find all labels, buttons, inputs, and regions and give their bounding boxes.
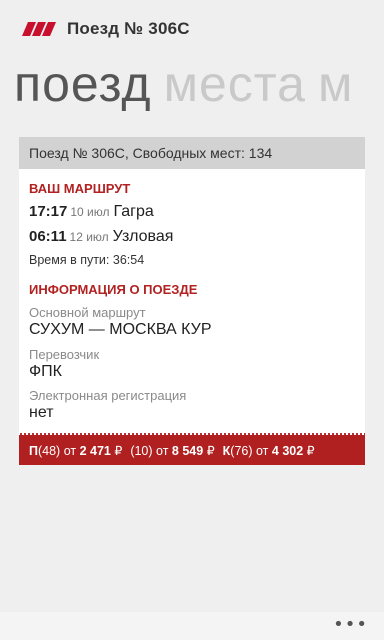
card-header: Поезд № 306С, Свободных мест: 134 [19,137,365,169]
e-registration-value: нет [29,404,54,421]
pivot-header: поезд места м [14,54,365,114]
main-route-label: Основной маршрут [29,305,146,320]
price-value: 8 549 [171,443,204,458]
more-icon[interactable]: ••• [333,614,368,635]
arrival-date: 12 июл [69,230,109,244]
departure-date: 10 июл [70,205,110,219]
departure-city: Гагра [113,203,154,220]
rzd-logo-icon [22,22,56,36]
pivot-tab-seats[interactable]: места [164,56,306,112]
pivot-tab-next[interactable]: м [318,56,353,112]
price-item-platzkart[interactable]: П(48) от 2 471 ₽ [29,443,122,458]
price-value: 2 471 [79,443,111,458]
page-title: Поезд № 306С [67,19,190,38]
price-value: 4 302 [271,443,304,458]
e-registration-label: Электронная регистрация [29,388,187,403]
app-header: Поезд № 306С [22,16,190,42]
info-section-title: ИНФОРМАЦИЯ О ПОЕЗДЕ [29,282,198,297]
ruble-icon: ₽ [114,443,123,458]
ruble-icon: ₽ [306,443,315,458]
price-class-code: П [29,443,38,458]
route-section-title: ВАШ МАРШРУТ [29,181,131,196]
arrival-time: 06:11 [29,228,67,245]
carrier-value: ФПК [29,363,62,380]
price-bar[interactable]: П(48) от 2 471 ₽ (10) от 8 549 ₽ К(76) о… [19,433,365,465]
departure-row: 17:17 10 июл Гагра [29,203,154,221]
arrival-city: Узловая [112,228,174,245]
train-card: Поезд № 306С, Свободных мест: 134 ВАШ МА… [19,137,365,465]
price-item-coupe[interactable]: К(76) от 4 302 ₽ [223,443,315,458]
carrier-label: Перевозчик [29,347,100,362]
main-route-value: СУХУМ — МОСКВА КУР [29,321,212,338]
price-item-other[interactable]: (10) от 8 549 ₽ [130,443,214,458]
arrival-row: 06:11 12 июл Узловая [29,228,173,246]
ruble-icon: ₽ [206,443,215,458]
departure-time: 17:17 [29,203,68,220]
pivot-tab-train[interactable]: поезд [14,56,152,112]
app-bar: ••• [0,612,384,640]
travel-time: Время в пути: 36:54 [29,253,145,267]
